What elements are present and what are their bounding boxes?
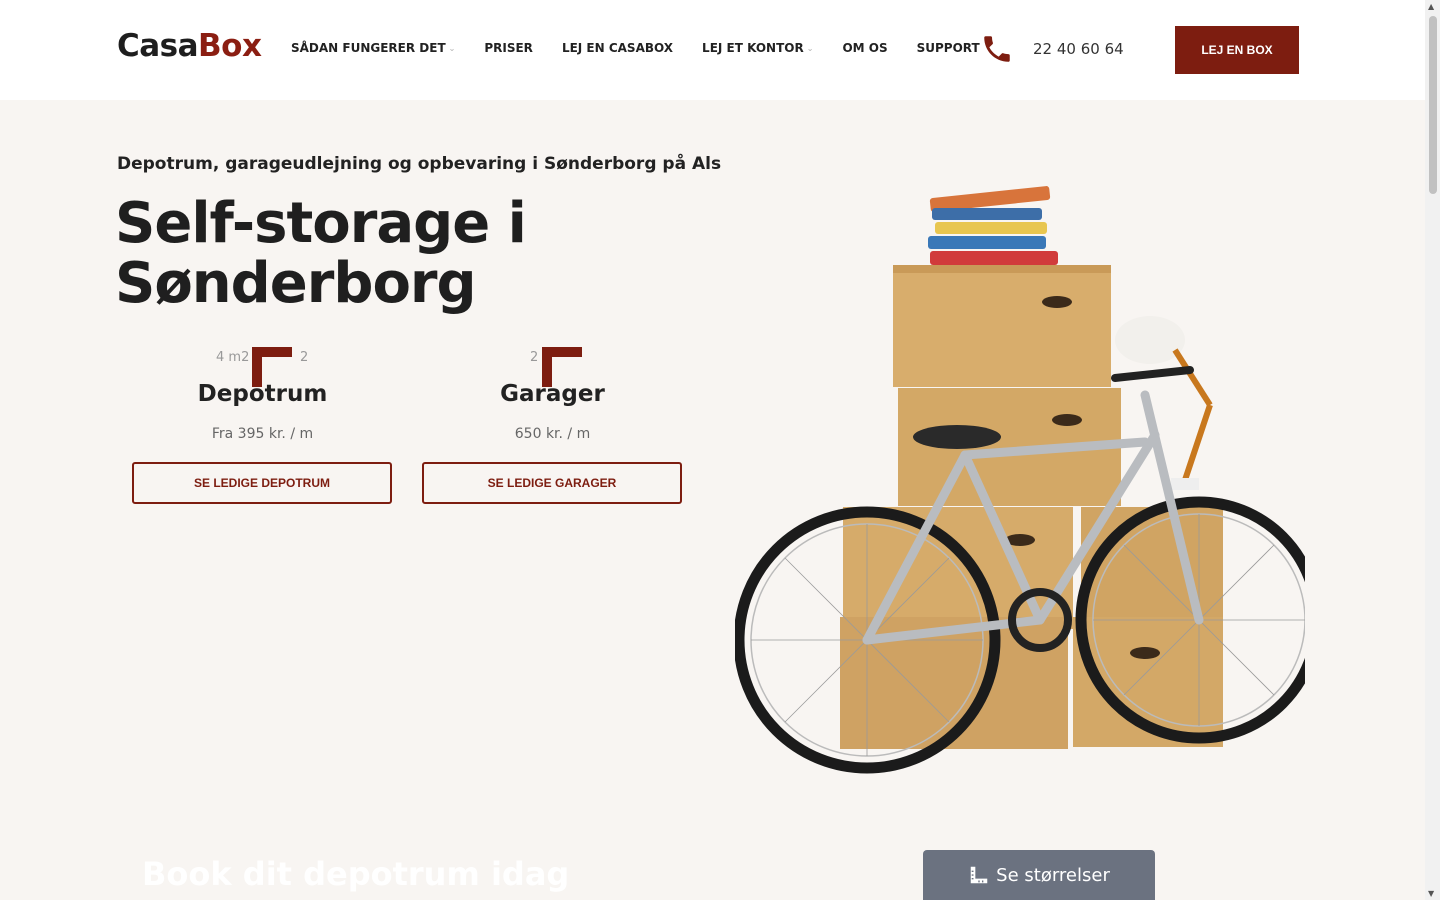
card-size-left: 4 m2 [216, 350, 250, 365]
nav-label: SUPPORT [916, 41, 980, 55]
se-ledige-depotrum-button[interactable]: SE LEDIGE DEPOTRUM [132, 462, 392, 504]
nav-item-lej-et-kontor[interactable]: LEJ ET KONTOR ⌄ [702, 41, 813, 55]
logo[interactable]: CasaBox [117, 28, 262, 64]
page-title: Self-storage i Sønderborg [115, 191, 527, 316]
se-ledige-garager-button[interactable]: SE LEDIGE GARAGER [422, 462, 682, 504]
logo-text-casa: Casa [117, 28, 199, 64]
site-header: CasaBox SÅDAN FUNGERER DET ⌄ PRISER LEJ E… [0, 0, 1425, 100]
phone-icon[interactable] [980, 32, 1014, 66]
phone-number[interactable]: 22 40 60 64 [1033, 40, 1124, 58]
card-price: Fra 395 kr. / m [211, 426, 314, 442]
card-price: 650 kr. / m [514, 426, 591, 442]
corner-accent [252, 347, 292, 387]
hero-subtitle: Depotrum, garageudlejning og opbevaring … [117, 154, 722, 174]
scroll-up-arrow-icon[interactable]: ▲ [1428, 2, 1434, 11]
logo-text-box: Box [198, 28, 262, 64]
chevron-down-icon: ⌄ [448, 43, 456, 53]
se-stoerrelser-button[interactable]: Se størrelser [923, 850, 1155, 900]
books-stack [928, 186, 1058, 265]
card-size-right: 2 [300, 350, 309, 365]
scrollbar-thumb[interactable] [1429, 16, 1437, 194]
title-line-2: Sønderborg [115, 251, 477, 316]
nav-label: LEJ EN CASABOX [561, 41, 674, 55]
nav-label: PRISER [484, 41, 533, 55]
book-heading: Book dit depotrum idag [142, 855, 570, 893]
title-line-1: Self-storage i [115, 191, 527, 256]
nav-label: LEJ ET KONTOR [702, 41, 804, 55]
nav-item-om-os[interactable]: OM OS [842, 41, 887, 55]
chevron-down-icon: ⌄ [806, 43, 814, 53]
scroll-down-arrow-icon[interactable]: ▼ [1428, 889, 1434, 898]
ruler-icon [970, 866, 988, 884]
nav-item-priser[interactable]: PRISER [484, 41, 533, 55]
scrollbar[interactable]: ▲ ▼ [1425, 0, 1440, 900]
sizes-button-label: Se størrelser [996, 864, 1110, 886]
corner-accent [542, 347, 582, 387]
nav-item-support[interactable]: SUPPORT [917, 41, 980, 55]
card-size-left: 2 [530, 350, 539, 365]
main-nav: SÅDAN FUNGERER DET ⌄ PRISER LEJ EN CASABO… [291, 41, 1009, 55]
lej-en-box-button[interactable]: LEJ EN BOX [1175, 26, 1299, 74]
boxes-bicycle-illustration [735, 186, 1305, 774]
nav-item-lej-en-casabox[interactable]: LEJ EN CASABOX [562, 41, 673, 55]
nav-label: OM OS [842, 41, 888, 55]
nav-label: SÅDAN FUNGERER DET [291, 41, 446, 55]
nav-item-saadan-fungerer-det[interactable]: SÅDAN FUNGERER DET ⌄ [291, 41, 455, 55]
